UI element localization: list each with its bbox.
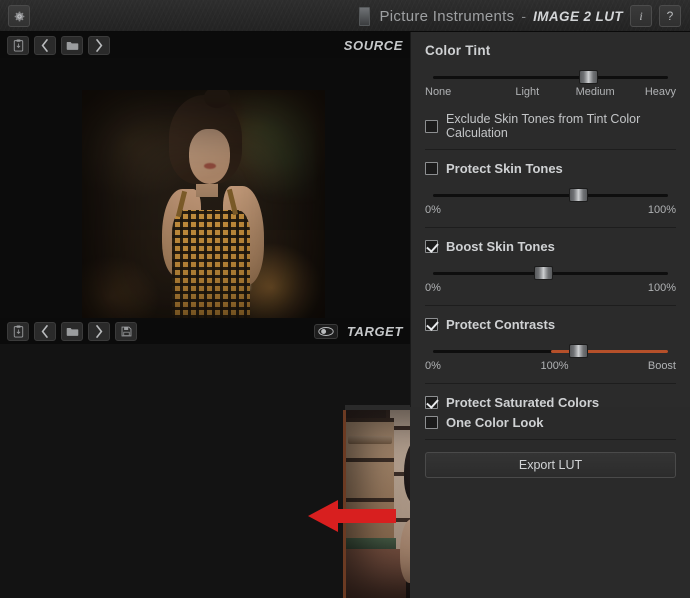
- target-next-button[interactable]: [88, 321, 110, 341]
- left-arrow-icon: [308, 500, 396, 532]
- protect-saturated-colors-checkbox[interactable]: [425, 396, 438, 409]
- info-button[interactable]: i: [630, 5, 652, 27]
- target-pane-label: TARGET: [346, 323, 403, 339]
- slider-track: [433, 194, 668, 197]
- controls-panel: Color Tint None Light Medium Heavy Exclu…: [410, 32, 690, 478]
- tick-min: 0%: [425, 360, 441, 372]
- protect-skin-tones-slider[interactable]: [433, 188, 668, 202]
- target-preview-toggle[interactable]: [313, 323, 338, 339]
- slider-boost-range: [550, 350, 668, 353]
- one-color-look-label: One Color Look: [446, 415, 544, 430]
- folder-icon: [66, 327, 78, 336]
- source-photo-scene: [82, 90, 325, 318]
- tick-max: 100%: [647, 282, 676, 294]
- color-tint-ticks: None Light Medium Heavy: [425, 86, 676, 100]
- tick-mid: 100%: [540, 360, 569, 372]
- title-group: Picture Instruments - IMAGE 2 LUT i ?: [0, 0, 690, 32]
- source-open-folder-button[interactable]: [61, 35, 83, 55]
- source-previous-button[interactable]: [34, 35, 56, 55]
- app-window: Picture Instruments - IMAGE 2 LUT i ? SO…: [0, 0, 690, 598]
- section-protect-skin-tones: Protect Skin Tones 0% 100%: [425, 150, 676, 228]
- chevron-left-icon: [41, 324, 48, 338]
- source-next-button[interactable]: [88, 35, 110, 55]
- photo-vignette: [82, 90, 325, 318]
- protect-contrasts-checkbox[interactable]: [425, 318, 438, 331]
- section-saturated-colors: Protect Saturated Colors One Color Look: [425, 384, 676, 440]
- target-previous-button[interactable]: [34, 321, 56, 341]
- tick-medium: Medium: [575, 86, 615, 98]
- boost-skin-tones-row[interactable]: Boost Skin Tones: [425, 239, 676, 254]
- source-pane-label: SOURCE: [343, 37, 403, 53]
- protect-contrasts-ticks: 0% 100% Boost: [425, 360, 676, 374]
- boost-skin-tones-ticks: 0% 100%: [425, 282, 676, 296]
- title-bar: Picture Instruments - IMAGE 2 LUT i ?: [0, 0, 690, 32]
- settings-gear-button[interactable]: [8, 5, 30, 27]
- tick-min: 0%: [425, 204, 441, 216]
- folder-icon: [66, 41, 78, 50]
- clipboard-icon: [13, 39, 23, 51]
- floppy-disk-icon: [121, 326, 131, 336]
- left-arrow-annotation: [308, 498, 396, 534]
- exclude-skin-tones-label: Exclude Skin Tones from Tint Color Calcu…: [446, 112, 641, 140]
- tick-heavy: Heavy: [644, 86, 676, 98]
- protect-saturated-colors-label: Protect Saturated Colors: [446, 395, 600, 410]
- source-image[interactable]: [82, 90, 325, 318]
- section-export: Export LUT: [425, 440, 676, 478]
- eye-toggle-icon: [318, 326, 334, 336]
- section-boost-skin-tones: Boost Skin Tones 0% 100%: [425, 228, 676, 306]
- app-name: Picture Instruments: [379, 7, 515, 25]
- clipboard-icon: [13, 325, 23, 337]
- chevron-left-icon: [41, 38, 48, 52]
- boost-skin-tones-label: Boost Skin Tones: [446, 239, 555, 254]
- title-separator: -: [521, 8, 527, 24]
- slider-knob[interactable]: [533, 266, 553, 280]
- boost-skin-tones-checkbox[interactable]: [425, 240, 438, 253]
- protect-contrasts-slider[interactable]: [433, 344, 668, 358]
- source-paste-button[interactable]: [7, 35, 29, 55]
- color-tint-title: Color Tint: [425, 43, 491, 58]
- slider-track: [433, 76, 668, 79]
- protect-contrasts-label: Protect Contrasts: [446, 317, 556, 332]
- section-color-tint: Color Tint None Light Medium Heavy Exclu…: [425, 32, 676, 150]
- protect-skin-tones-checkbox[interactable]: [425, 162, 438, 175]
- tick-boost: Boost: [647, 360, 676, 372]
- boost-skin-tones-slider[interactable]: [433, 266, 668, 280]
- target-save-button[interactable]: [115, 321, 137, 341]
- help-button[interactable]: ?: [659, 5, 681, 27]
- source-image-pane: SOURCE: [0, 32, 410, 318]
- tick-none: None: [425, 86, 452, 98]
- protect-saturated-colors-row[interactable]: Protect Saturated Colors: [425, 395, 676, 410]
- color-tint-slider[interactable]: [433, 70, 668, 84]
- target-toolbar: TARGET: [0, 318, 410, 344]
- slider-knob[interactable]: [569, 344, 589, 358]
- gear-icon: [14, 11, 24, 21]
- slider-knob[interactable]: [569, 188, 589, 202]
- export-lut-button[interactable]: Export LUT: [425, 452, 676, 478]
- app-mode-label: IMAGE 2 LUT: [533, 8, 623, 24]
- exclude-skin-tones-checkbox[interactable]: [425, 119, 438, 133]
- tick-light: Light: [515, 86, 540, 98]
- target-paste-button[interactable]: [7, 321, 29, 341]
- target-open-folder-button[interactable]: [61, 321, 83, 341]
- tick-min: 0%: [425, 282, 441, 294]
- app-logo-icon: [358, 6, 370, 26]
- protect-skin-tones-row[interactable]: Protect Skin Tones: [425, 161, 676, 176]
- protect-contrasts-row[interactable]: Protect Contrasts: [425, 317, 676, 332]
- chevron-right-icon: [96, 38, 103, 52]
- one-color-look-row[interactable]: One Color Look: [425, 415, 676, 430]
- section-protect-contrasts: Protect Contrasts 0% 100% Boost: [425, 306, 676, 384]
- one-color-look-checkbox[interactable]: [425, 416, 438, 429]
- exclude-skin-tones-row[interactable]: Exclude Skin Tones from Tint Color Calcu…: [425, 112, 676, 140]
- tick-max: 100%: [647, 204, 676, 216]
- slider-knob[interactable]: [578, 70, 598, 84]
- protect-skin-tones-label: Protect Skin Tones: [446, 161, 563, 176]
- chevron-right-icon: [96, 324, 103, 338]
- source-toolbar: SOURCE: [0, 32, 410, 58]
- protect-skin-tones-ticks: 0% 100%: [425, 204, 676, 218]
